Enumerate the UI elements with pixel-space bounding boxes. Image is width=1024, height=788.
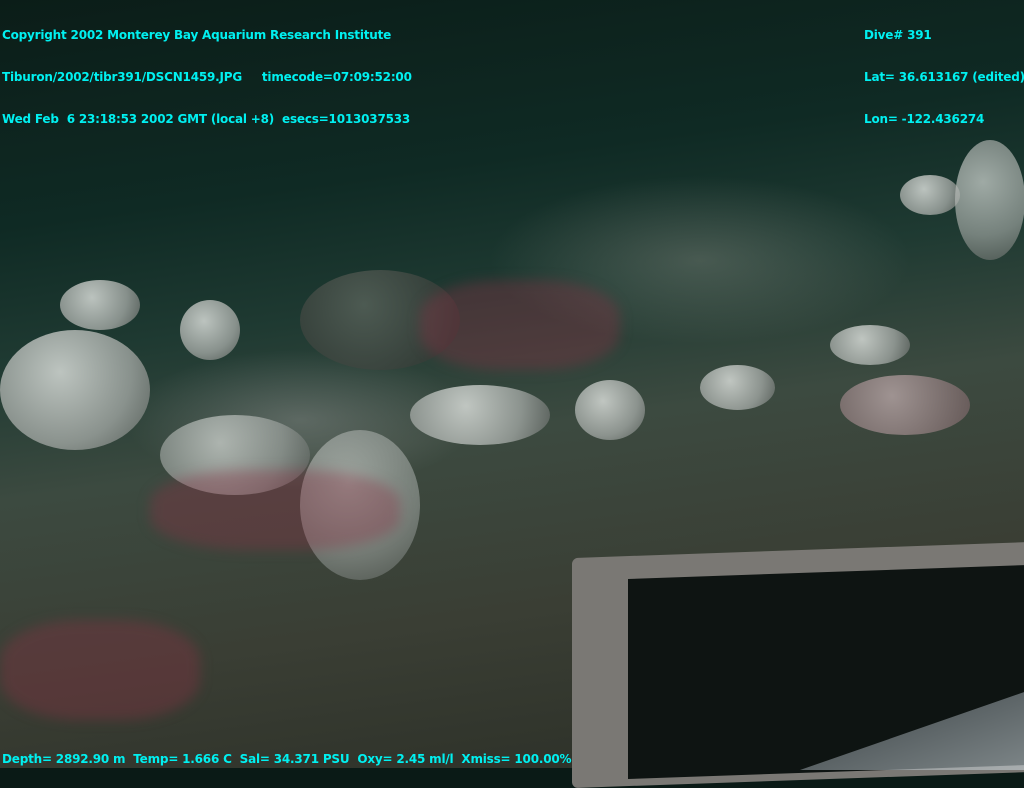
copyright-text: Copyright 2002 Monterey Bay Aquarium Res… bbox=[2, 28, 392, 42]
overlay-top-right: Dive# 391 Lat= 36.613167 (edited) Lon= -… bbox=[864, 0, 1024, 140]
sensor-readout: Depth= 2892.90 m Temp= 1.666 C Sal= 34.3… bbox=[2, 752, 572, 766]
date-text: Wed Feb 6 23:18:53 2002 GMT (local +8) e… bbox=[2, 112, 411, 126]
rock bbox=[180, 300, 240, 360]
rock bbox=[955, 140, 1024, 260]
tube-worms bbox=[150, 470, 400, 550]
file-timecode-text: Tiburon/2002/tibr391/DSCN1459.JPG timeco… bbox=[2, 70, 412, 84]
rock bbox=[0, 330, 150, 450]
latitude-text: Lat= 36.613167 (edited) bbox=[864, 70, 1024, 84]
sea-cucumber bbox=[575, 380, 645, 440]
rock bbox=[900, 175, 960, 215]
sea-cucumber bbox=[700, 365, 775, 410]
tube-worms bbox=[0, 620, 200, 720]
sea-cucumber bbox=[830, 325, 910, 365]
dive-number-text: Dive# 391 bbox=[864, 28, 932, 42]
tube-worms bbox=[420, 280, 620, 370]
longitude-text: Lon= -122.436274 bbox=[864, 112, 985, 126]
overlay-top-left: Copyright 2002 Monterey Bay Aquarium Res… bbox=[2, 0, 412, 140]
rock bbox=[60, 280, 140, 330]
sea-cucumber bbox=[410, 385, 550, 445]
rock bbox=[840, 375, 970, 435]
